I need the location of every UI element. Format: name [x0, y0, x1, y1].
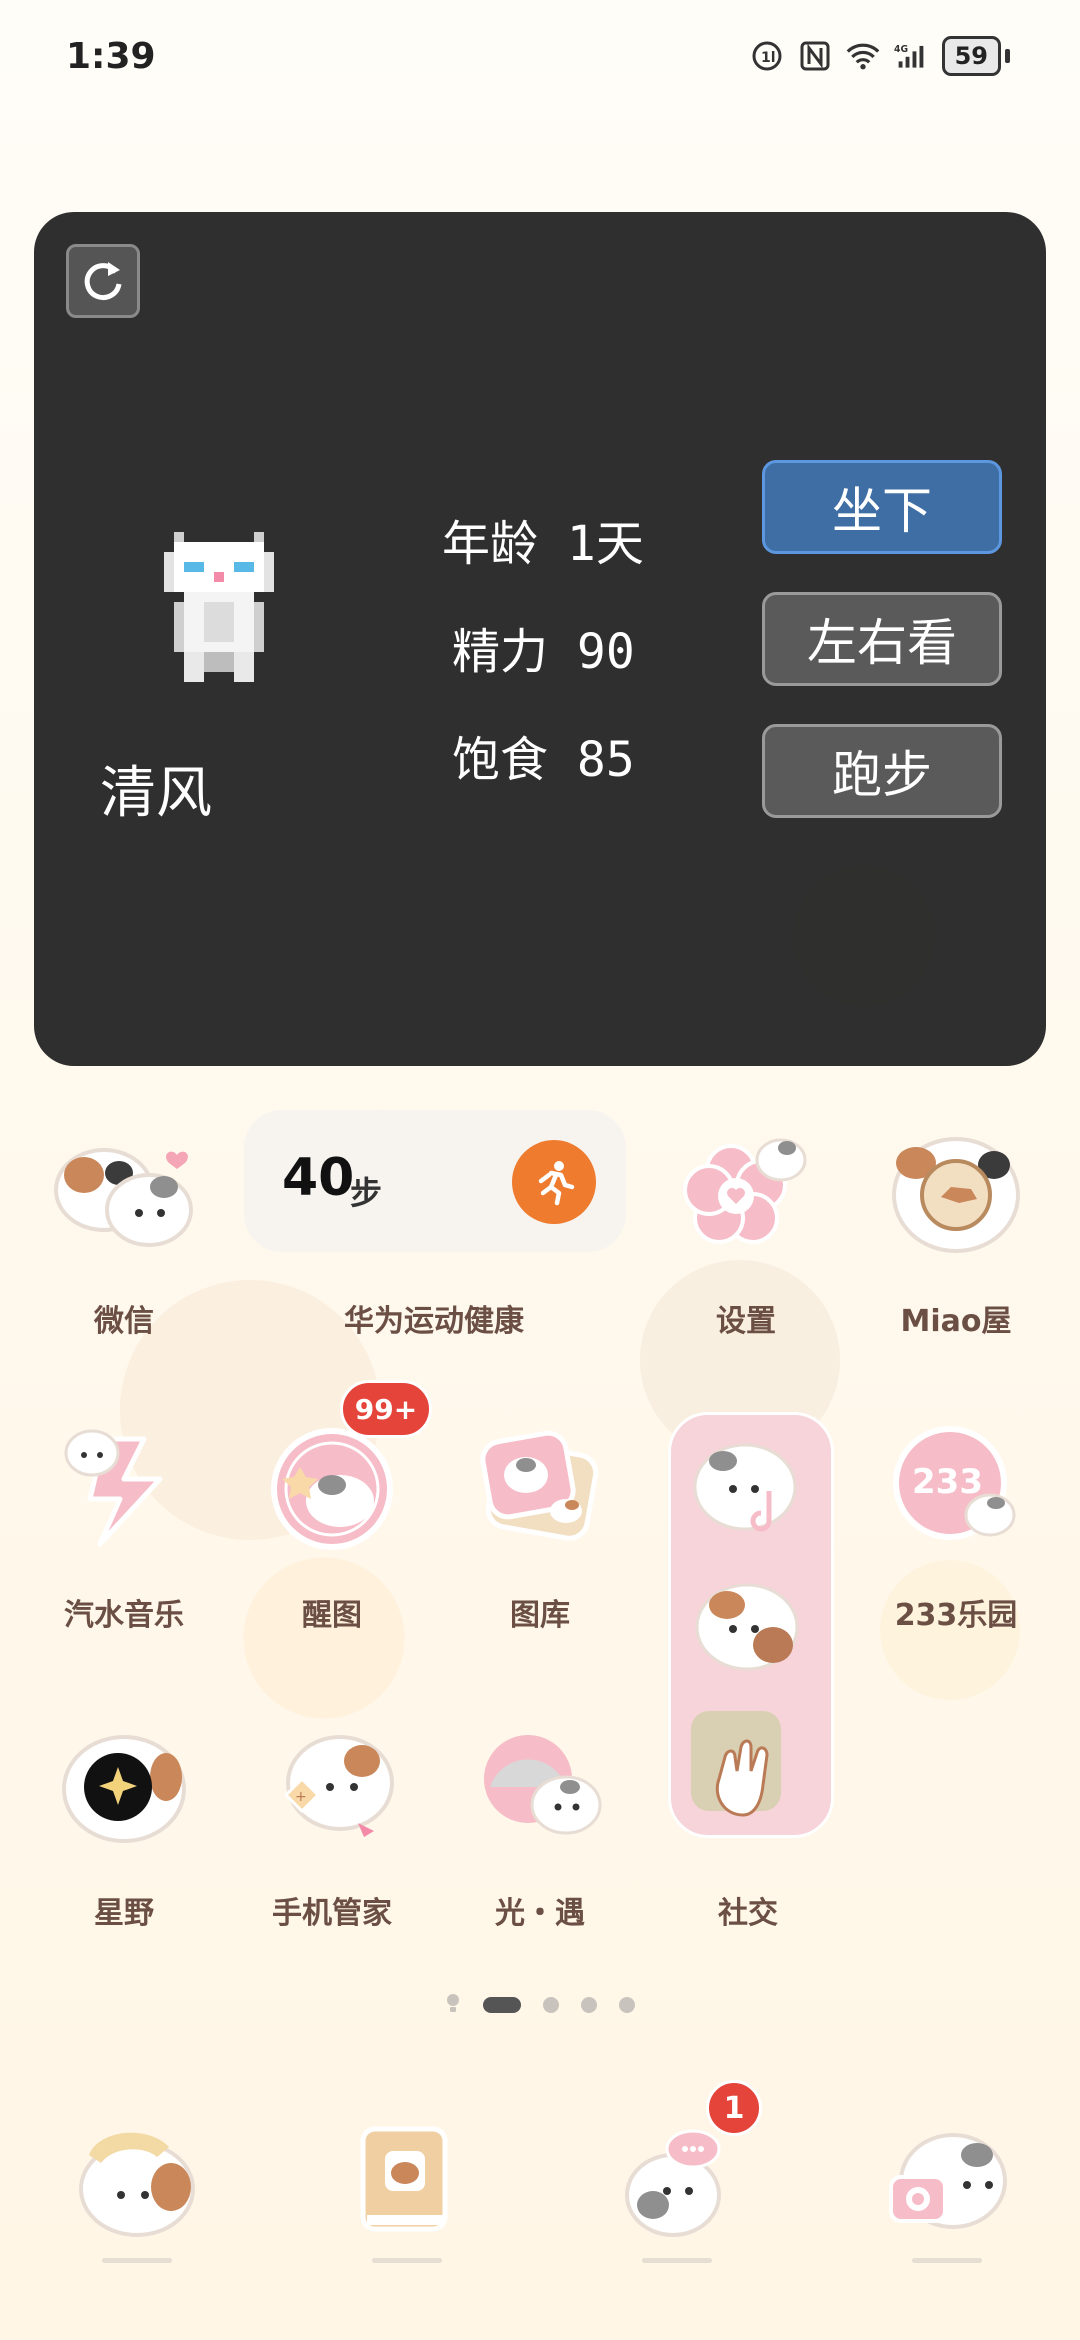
douyin-icon[interactable]	[683, 1427, 813, 1551]
pet-widget: 清风 年龄 1天 精力 90 饱食 85 坐下 左右看 跑步	[34, 212, 1046, 1066]
pet-name: 清风	[100, 761, 212, 826]
dock: 1	[0, 2080, 1080, 2340]
phone-manager-icon: +	[257, 1712, 407, 1862]
app-social-folder-label[interactable]: 社交	[658, 1712, 838, 1932]
page-dot-active[interactable]	[483, 1997, 521, 2013]
svg-text:1l: 1l	[761, 50, 776, 66]
app-label: Miao屋	[900, 1304, 1012, 1339]
page-dot[interactable]	[581, 1997, 597, 2013]
volte-icon: 1l	[750, 39, 784, 73]
pixel-cat-sprite[interactable]	[164, 532, 274, 696]
miao-icon	[881, 1120, 1031, 1270]
dock-shadow	[642, 2258, 712, 2263]
wechat-icon	[49, 1120, 199, 1270]
age-label: 年龄	[442, 516, 539, 572]
refresh-button[interactable]	[66, 244, 140, 318]
app-233-park[interactable]: 233 233乐园	[866, 1414, 1046, 1634]
app-label: 华为运动健康	[344, 1304, 524, 1339]
age-stat: 年龄 1天	[442, 504, 644, 574]
battery-tip	[1005, 49, 1010, 63]
nfc-icon	[798, 39, 832, 73]
battery-icon: 59	[941, 36, 1001, 76]
app-sky[interactable]: 光・遇	[450, 1712, 630, 1932]
hint-bulb-icon	[445, 1992, 461, 2018]
4g-signal-icon: 4G	[894, 39, 928, 73]
fullness-value: 85	[576, 732, 635, 788]
app-label: 汽水音乐	[64, 1598, 184, 1633]
app-label: 设置	[716, 1304, 776, 1339]
dock-shadow	[372, 2258, 442, 2263]
status-icons: 1l 4G 59	[750, 36, 1010, 76]
app-settings[interactable]: 设置	[656, 1120, 836, 1340]
app-phone-manager[interactable]: + 手机管家	[242, 1712, 422, 1932]
svg-text:+: +	[295, 1789, 307, 1805]
app-qishui-music[interactable]: 汽水音乐	[34, 1414, 214, 1634]
dock-phone-app[interactable]	[66, 2110, 206, 2263]
run-button[interactable]: 跑步	[762, 724, 1002, 818]
dock-camera-app[interactable]	[876, 2110, 1016, 2263]
app-huawei-health[interactable]: 华为运动健康	[334, 1120, 534, 1340]
social-app-icon[interactable]	[683, 1565, 813, 1689]
settings-icon	[671, 1120, 821, 1270]
sit-button[interactable]: 坐下	[762, 460, 1002, 554]
svg-text:4G: 4G	[894, 44, 908, 55]
sky-icon	[465, 1712, 615, 1862]
app-wechat[interactable]: 微信	[34, 1120, 214, 1340]
app-label: 233乐园	[894, 1598, 1018, 1633]
status-bar: 1:39 1l 4G 59	[0, 0, 1080, 120]
contacts-book-icon	[360, 2126, 448, 2232]
app-label: 微信	[94, 1304, 154, 1339]
notification-badge: 99+	[340, 1380, 432, 1438]
camera-icon	[889, 2133, 1007, 2229]
dock-contacts-app[interactable]	[336, 2110, 476, 2263]
page-dot[interactable]	[619, 1997, 635, 2013]
dock-shadow	[102, 2258, 172, 2263]
messages-icon	[625, 2129, 721, 2237]
233-park-icon: 233	[881, 1414, 1031, 1564]
app-label: 光・遇	[495, 1896, 585, 1931]
social-folder-spacer	[673, 1712, 823, 1862]
app-label: 图库	[510, 1598, 570, 1633]
app-label: 醒图	[302, 1598, 362, 1633]
app-label: 手机管家	[272, 1896, 392, 1931]
app-miao[interactable]: Miao屋	[866, 1120, 1046, 1340]
xingye-icon	[49, 1712, 199, 1862]
app-gallery[interactable]: 图库	[450, 1414, 630, 1634]
fullness-label: 饱食	[452, 732, 549, 788]
notification-badge: 1	[706, 2080, 762, 2136]
dock-shadow	[912, 2258, 982, 2263]
app-label: 社交	[718, 1896, 778, 1931]
gallery-icon	[465, 1414, 615, 1564]
status-time: 1:39	[66, 36, 156, 77]
energy-label: 精力	[452, 624, 549, 680]
app-xingye[interactable]: 星野	[34, 1712, 214, 1932]
age-value: 1天	[566, 516, 644, 572]
page-indicator[interactable]	[0, 1992, 1080, 2018]
energy-stat: 精力 90	[452, 612, 635, 682]
phone-icon	[79, 2132, 195, 2237]
energy-value: 90	[576, 624, 635, 680]
refresh-icon	[84, 262, 122, 301]
fullness-stat: 饱食 85	[452, 720, 635, 790]
dock-messages-app[interactable]: 1	[606, 2080, 762, 2263]
wifi-icon	[846, 39, 880, 73]
app-xingtu[interactable]: 醒图 99+	[242, 1380, 432, 1634]
look-around-button[interactable]: 左右看	[762, 592, 1002, 686]
qishui-music-icon	[49, 1414, 199, 1564]
page-dot[interactable]	[543, 1997, 559, 2013]
svg-text:233: 233	[912, 1462, 983, 1502]
app-label: 星野	[94, 1896, 154, 1931]
huawei-health-spacer	[359, 1120, 509, 1270]
battery-level: 59	[954, 42, 988, 70]
